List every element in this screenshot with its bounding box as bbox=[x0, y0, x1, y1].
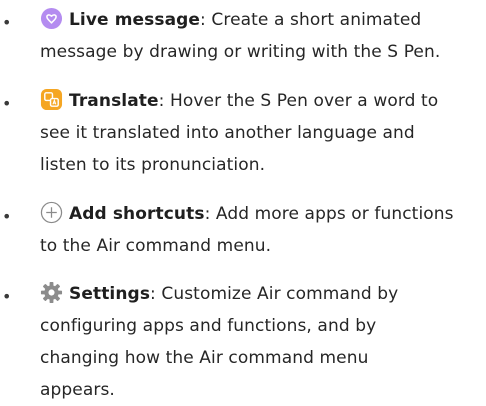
translate-icon bbox=[40, 88, 63, 111]
item-desc: : Create a short animated bbox=[200, 10, 422, 30]
item-line-2: message by drawing or writing with the S… bbox=[40, 42, 441, 62]
item-line-2: see it translated into another language … bbox=[40, 123, 415, 143]
item-line-4: appears. bbox=[40, 380, 115, 400]
live-message-icon bbox=[40, 7, 63, 30]
bullet: • bbox=[2, 94, 12, 113]
item-line-3: listen to its pronunciation. bbox=[40, 155, 266, 175]
item-desc: : Hover the S Pen over a word to bbox=[158, 91, 439, 111]
bullet: • bbox=[2, 287, 12, 306]
item-line-1: Live message: Create a short animated bbox=[40, 4, 486, 36]
item-line-3: changing how the Air command menu bbox=[40, 348, 369, 368]
item-text: Translate: Hover the S Pen over a word t… bbox=[40, 85, 486, 181]
item-line-2: to the Air command menu. bbox=[40, 236, 272, 256]
item-text: Settings: Customize Air command by confi… bbox=[40, 278, 486, 406]
bullet: • bbox=[2, 13, 12, 32]
add-circle-icon bbox=[40, 201, 63, 224]
item-title: Settings bbox=[69, 284, 151, 304]
item-line-2: configuring apps and functions, and by bbox=[40, 316, 377, 336]
item-desc: : Add more apps or functions bbox=[204, 204, 454, 224]
item-title: Live message bbox=[69, 10, 201, 30]
item-title: Add shortcuts bbox=[69, 204, 205, 224]
item-text: Live message: Create a short animated me… bbox=[40, 4, 486, 68]
item-line-1: Add shortcuts: Add more apps or function… bbox=[40, 198, 486, 230]
item-text: Add shortcuts: Add more apps or function… bbox=[40, 198, 486, 262]
bullet: • bbox=[2, 207, 12, 226]
item-line-1: Translate: Hover the S Pen over a word t… bbox=[40, 85, 486, 117]
gear-icon bbox=[40, 281, 63, 304]
item-desc: : Customize Air command by bbox=[150, 284, 399, 304]
item-line-1: Settings: Customize Air command by bbox=[40, 278, 486, 310]
item-title: Translate bbox=[69, 91, 159, 111]
